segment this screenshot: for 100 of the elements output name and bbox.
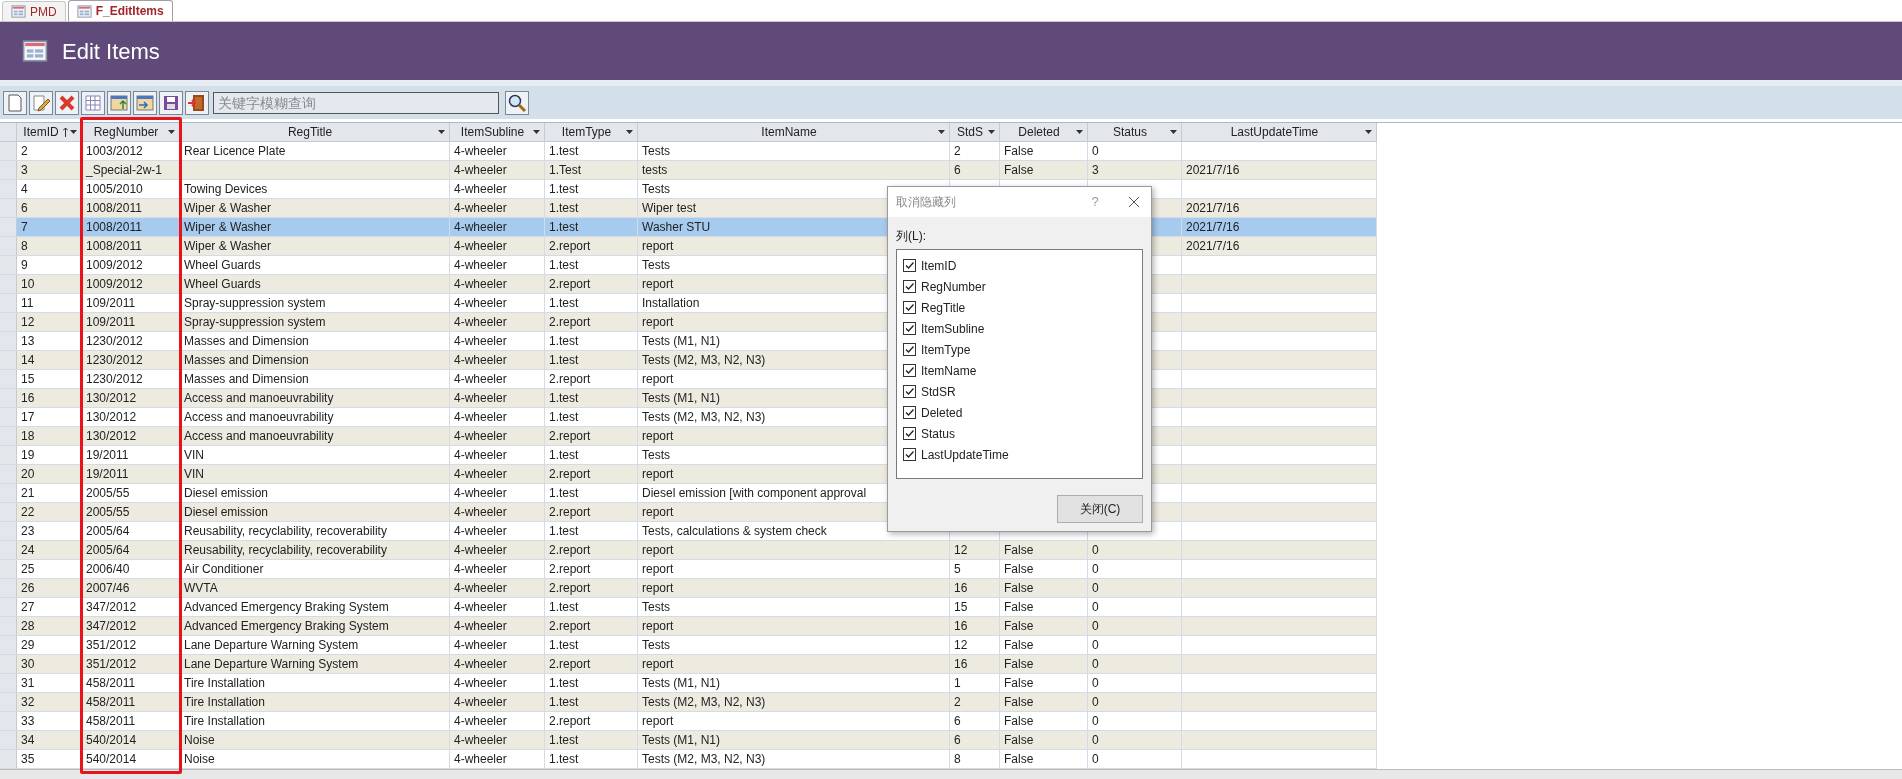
- checkbox[interactable]: [903, 259, 916, 272]
- search-field[interactable]: 关键字模糊查询: [213, 91, 499, 114]
- row-selector[interactable]: [0, 484, 17, 502]
- row-selector[interactable]: [0, 351, 17, 369]
- edit-pencil-icon[interactable]: [29, 90, 53, 115]
- column-header[interactable]: Deleted: [1000, 123, 1088, 141]
- row-selector[interactable]: [0, 503, 17, 521]
- dropdown-caret-icon[interactable]: [1076, 130, 1083, 134]
- row-selector[interactable]: [0, 579, 17, 597]
- row-selector[interactable]: [0, 294, 17, 312]
- table-row[interactable]: 35 540/2014 Noise 4-wheeler 1.test Tests (M2, M3, N2, N3) 8 False 0: [0, 750, 1377, 769]
- table-row[interactable]: 26 2007/46 WVTA 4-wheeler 2.report report 16 False 0: [0, 579, 1377, 598]
- column-header[interactable]: ItemSubline: [450, 123, 545, 141]
- table-row[interactable]: 34 540/2014 Noise 4-wheeler 1.test Tests (M1, N1) 6 False 0: [0, 731, 1377, 750]
- column-header[interactable]: ItemID: [17, 123, 82, 141]
- row-selector[interactable]: [0, 180, 17, 198]
- column-header[interactable]: RegNumber: [82, 123, 180, 141]
- table-row[interactable]: 29 351/2012 Lane Departure Warning System 4-wheeler 1.test Tests 12 False 0: [0, 636, 1377, 655]
- dropdown-caret-icon[interactable]: [1170, 130, 1177, 134]
- column-header[interactable]: Status: [1088, 123, 1182, 141]
- grid-icon[interactable]: [81, 90, 105, 115]
- table-row[interactable]: 28 347/2012 Advanced Emergency Braking System 4-wheeler 2.report report 16 False 0: [0, 617, 1377, 636]
- column-header[interactable]: LastUpdateTime: [1182, 123, 1377, 141]
- row-selector[interactable]: [0, 446, 17, 464]
- table-cell-text: 2.report: [549, 656, 591, 673]
- delete-icon[interactable]: [55, 90, 79, 115]
- row-selector[interactable]: [0, 370, 17, 388]
- row-selector[interactable]: [0, 256, 17, 274]
- exit-door-icon[interactable]: [185, 90, 209, 115]
- row-selector[interactable]: [0, 389, 17, 407]
- dropdown-caret-icon[interactable]: [1365, 130, 1372, 134]
- search-button[interactable]: [505, 90, 529, 115]
- row-selector[interactable]: [0, 731, 17, 749]
- table-cell-text: report: [642, 504, 674, 521]
- row-selector[interactable]: [0, 655, 17, 673]
- dropdown-caret-icon[interactable]: [626, 130, 633, 134]
- dropdown-caret-icon[interactable]: [168, 130, 175, 134]
- table-row[interactable]: 24 2005/64 Reusability, recyclability, recoverability 4-wheeler 2.report report 12 False 0: [0, 541, 1377, 560]
- column-header[interactable]: ItemType: [545, 123, 638, 141]
- row-selector[interactable]: [0, 237, 17, 255]
- table-row[interactable]: 2 1003/2012 Rear Licence Plate 4-wheeler 1.test Tests 2 False 0: [0, 142, 1377, 161]
- column-list-item[interactable]: RegNumber: [903, 276, 1142, 297]
- close-button[interactable]: [1127, 195, 1141, 209]
- row-selector[interactable]: [0, 750, 17, 768]
- row-selector[interactable]: [0, 560, 17, 578]
- column-list-item[interactable]: ItemID: [903, 255, 1142, 276]
- table-row[interactable]: 27 347/2012 Advanced Emergency Braking System 4-wheeler 1.test Tests 15 False 0: [0, 598, 1377, 617]
- row-selector[interactable]: [0, 161, 17, 179]
- row-selector[interactable]: [0, 332, 17, 350]
- table-row[interactable]: 33 458/2011 Tire Installation 4-wheeler 2.report report 6 False 0: [0, 712, 1377, 731]
- checkbox[interactable]: [903, 364, 916, 377]
- row-selector[interactable]: [0, 199, 17, 217]
- column-list-item[interactable]: LastUpdateTime: [903, 444, 1142, 465]
- row-selector[interactable]: [0, 522, 17, 540]
- checkbox[interactable]: [903, 301, 916, 314]
- export-icon[interactable]: [133, 90, 157, 115]
- row-selector[interactable]: [0, 313, 17, 331]
- row-selector[interactable]: [0, 275, 17, 293]
- table-cell-text: Tests: [642, 257, 670, 274]
- checkbox[interactable]: [903, 448, 916, 461]
- table-row[interactable]: 30 351/2012 Lane Departure Warning System 4-wheeler 2.report report 16 False 0: [0, 655, 1377, 674]
- table-row[interactable]: 25 2006/40 Air Conditioner 4-wheeler 2.report report 5 False 0: [0, 560, 1377, 579]
- dropdown-caret-icon[interactable]: [533, 130, 540, 134]
- row-selector[interactable]: [0, 617, 17, 635]
- save-icon[interactable]: [159, 90, 183, 115]
- row-selector[interactable]: [0, 712, 17, 730]
- table-cell-text: 7: [21, 219, 28, 236]
- checkbox[interactable]: [903, 343, 916, 356]
- dropdown-caret-icon[interactable]: [938, 130, 945, 134]
- import-icon[interactable]: [107, 90, 131, 115]
- row-selector[interactable]: [0, 598, 17, 616]
- checkbox[interactable]: [903, 427, 916, 440]
- row-selector[interactable]: [0, 541, 17, 559]
- table-cell-text: Tests (M1, N1): [642, 333, 720, 350]
- row-selector[interactable]: [0, 408, 17, 426]
- table-row[interactable]: 3 _Special-2w-1 4-wheeler 1.Test tests 6 False 3 2021/7/16: [0, 161, 1377, 180]
- row-selector[interactable]: [0, 427, 17, 445]
- close-dialog-button[interactable]: 关闭(C): [1057, 495, 1143, 523]
- new-document-icon[interactable]: [3, 90, 27, 115]
- dropdown-caret-icon[interactable]: [988, 130, 995, 134]
- dropdown-caret-icon[interactable]: [438, 130, 445, 134]
- checkbox[interactable]: [903, 385, 916, 398]
- row-selector[interactable]: [0, 465, 17, 483]
- row-selector[interactable]: [0, 636, 17, 654]
- row-selector[interactable]: [0, 218, 17, 236]
- table-row[interactable]: 32 458/2011 Tire Installation 4-wheeler 1.test Tests (M2, M3, N2, N3) 2 False 0: [0, 693, 1377, 712]
- row-selector[interactable]: [0, 693, 17, 711]
- column-header[interactable]: ItemName: [638, 123, 950, 141]
- column-header[interactable]: StdS: [950, 123, 1000, 141]
- document-tab[interactable]: PMD: [2, 1, 66, 21]
- checkbox[interactable]: [903, 280, 916, 293]
- checkbox[interactable]: [903, 322, 916, 335]
- column-header[interactable]: RegTitle: [180, 123, 450, 141]
- row-selector[interactable]: [0, 674, 17, 692]
- checkbox[interactable]: [903, 406, 916, 419]
- row-selector[interactable]: [0, 142, 17, 160]
- dropdown-caret-icon[interactable]: [70, 130, 77, 134]
- document-tab[interactable]: F_EditItems: [67, 0, 173, 21]
- table-row[interactable]: 31 458/2011 Tire Installation 4-wheeler 1.test Tests (M1, N1) 1 False 0: [0, 674, 1377, 693]
- table-cell-text: _Special-2w-1: [86, 162, 163, 179]
